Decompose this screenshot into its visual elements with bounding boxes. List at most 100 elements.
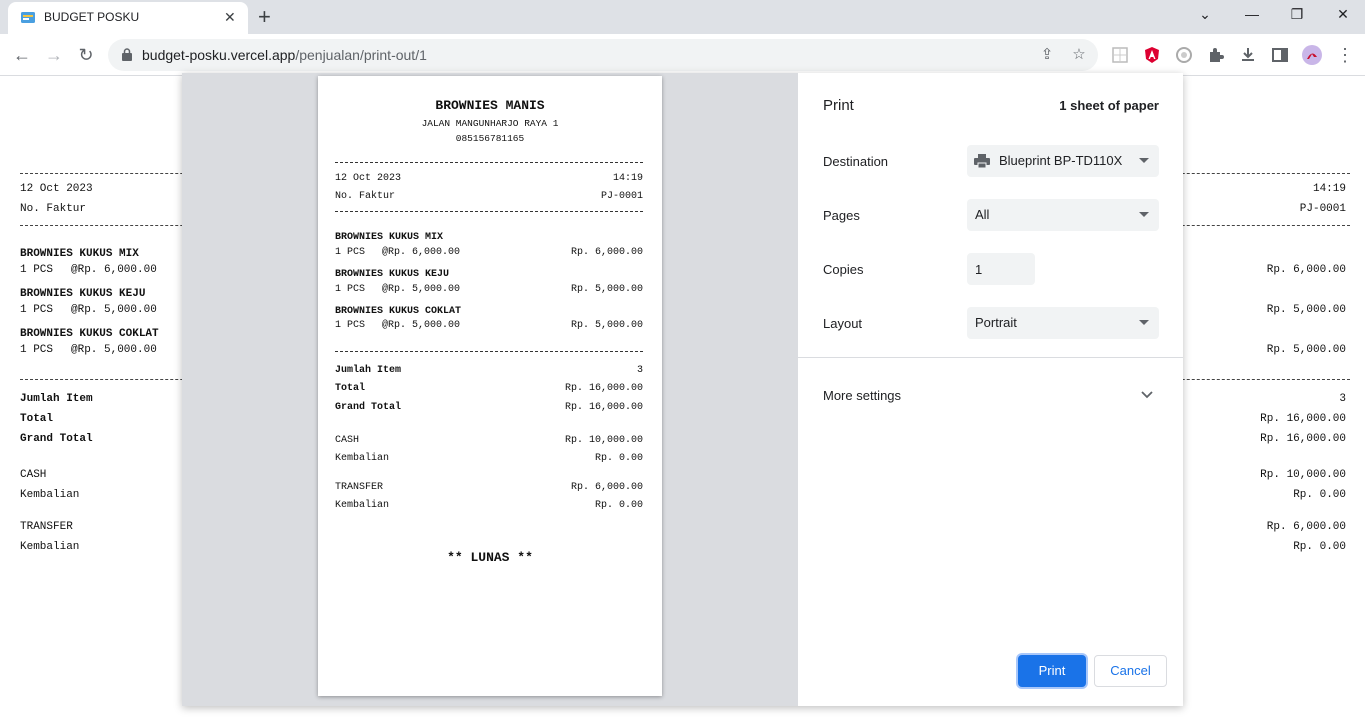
receipt-item-qty: 1 PCS: [335, 320, 366, 331]
bookmark-star-icon[interactable]: ☆: [1070, 46, 1088, 64]
page-item-subtotal: Rp. 5,000.00: [1266, 304, 1346, 316]
layout-value: Portrait: [975, 315, 1017, 330]
reload-icon[interactable]: ↻: [75, 44, 97, 66]
print-title: Print: [823, 97, 854, 114]
lock-icon: [122, 48, 132, 61]
divider: [335, 162, 643, 163]
download-icon[interactable]: [1239, 46, 1257, 64]
receipt-phone: 085156781165: [455, 133, 525, 144]
url-text: budget-posku.vercel.app/penjualan/print-…: [142, 47, 427, 63]
print-settings-panel: Print 1 sheet of paper Destination Bluep…: [798, 73, 1183, 706]
receipt-total-label: Total: [335, 383, 366, 394]
pages-label: Pages: [823, 208, 860, 223]
page-item-subtotal: Rp. 6,000.00: [1266, 264, 1346, 276]
tab-title: BUDGET POSKU: [44, 10, 140, 24]
receipt-status: ** LUNAS **: [447, 550, 533, 565]
receipt-time: 14:19: [612, 173, 643, 184]
more-settings-label: More settings: [823, 388, 902, 403]
receipt-invoice-no: PJ-0001: [600, 191, 643, 202]
destination-value: Blueprint BP-TD110X: [999, 153, 1123, 168]
restore-icon[interactable]: ❐: [1287, 6, 1307, 23]
receipt-total: Rp. 16,000.00: [564, 383, 643, 394]
receipt-cash-label: CASH: [335, 435, 360, 446]
page-kembalian-transfer: Rp. 0.00: [1293, 541, 1346, 553]
more-settings-toggle[interactable]: More settings: [798, 373, 1183, 417]
pages-value: All: [975, 207, 990, 222]
destination-select[interactable]: Blueprint BP-TD110X: [967, 145, 1159, 177]
layout-label: Layout: [823, 316, 863, 331]
page-grand-total-label: Grand Total: [20, 433, 93, 445]
receipt-item-name: BROWNIES KUKUS COKLAT: [335, 306, 462, 317]
url-path: /penjualan/print-out/1: [295, 47, 427, 63]
print-button[interactable]: Print: [1018, 655, 1086, 687]
address-bar[interactable]: budget-posku.vercel.app/penjualan/print-…: [108, 39, 1098, 71]
profile-avatar-icon[interactable]: [1302, 45, 1322, 65]
page-item-price: @Rp. 5,000.00: [71, 304, 157, 316]
receipt-address: JALAN MANGUNHARJO RAYA 1: [421, 118, 559, 129]
page-item-name: BROWNIES KUKUS MIX: [20, 248, 139, 260]
page-item-name: BROWNIES KUKUS COKLAT: [20, 328, 159, 340]
receipt-kembalian-transfer: Rp. 0.00: [594, 500, 643, 511]
browser-toolbar: ← → ↻ budget-posku.vercel.app/penjualan/…: [0, 34, 1365, 76]
forward-icon[interactable]: →: [43, 44, 65, 66]
extension-grid-icon[interactable]: [1111, 46, 1129, 64]
sheet-count: 1 sheet of paper: [1059, 98, 1159, 113]
angular-devtools-icon[interactable]: [1143, 46, 1161, 64]
extensions-puzzle-icon[interactable]: [1207, 46, 1225, 64]
chevron-down-icon: [1139, 320, 1149, 325]
receipt-kembalian-cash: Rp. 0.00: [594, 453, 643, 464]
extension-circle-icon[interactable]: [1175, 46, 1193, 64]
page-grand-total: Rp. 16,000.00: [1260, 433, 1346, 445]
page-invoice-label: No. Faktur: [20, 203, 87, 215]
receipt-jumlah-item: 3: [636, 365, 643, 376]
receipt-item-subtotal: Rp. 5,000.00: [570, 320, 643, 331]
page-time: 14:19: [1312, 183, 1346, 195]
page-transfer: Rp. 6,000.00: [1266, 521, 1346, 533]
page-total-label: Total: [20, 413, 54, 425]
page-item-subtotal: Rp. 5,000.00: [1266, 344, 1346, 356]
page-item-qty: 1 PCS: [20, 344, 54, 356]
site-favicon-icon: [21, 12, 35, 23]
minimize-icon[interactable]: —: [1242, 6, 1262, 22]
page-item-qty: 1 PCS: [20, 264, 54, 276]
copies-input[interactable]: [967, 253, 1035, 285]
page-kembalian-label: Kembalian: [20, 489, 80, 501]
receipt-item-price: @Rp. 6,000.00: [382, 247, 461, 258]
menu-kebab-icon[interactable]: ⋮: [1334, 44, 1356, 66]
receipt-jumlah-item-label: Jumlah Item: [335, 365, 402, 376]
cancel-button[interactable]: Cancel: [1094, 655, 1167, 687]
page-jumlah-item: 3: [1339, 393, 1346, 405]
receipt-item-subtotal: Rp. 6,000.00: [570, 247, 643, 258]
receipt-transfer: Rp. 6,000.00: [570, 482, 643, 493]
pages-select[interactable]: All: [967, 199, 1159, 231]
divider: [335, 211, 643, 212]
tab-close-icon[interactable]: ✕: [224, 9, 236, 26]
page-date: 12 Oct 2023: [20, 183, 93, 195]
receipt-grand-total-label: Grand Total: [335, 402, 402, 413]
side-panel-icon[interactable]: [1271, 46, 1289, 64]
tab-budget-posku[interactable]: BUDGET POSKU ✕: [8, 2, 248, 34]
page-kembalian-cash: Rp. 0.00: [1293, 489, 1346, 501]
page-item-name: BROWNIES KUKUS KEJU: [20, 288, 146, 300]
page-transfer-label: TRANSFER: [20, 521, 73, 533]
receipt-preview: BROWNIES MANIS JALAN MANGUNHARJO RAYA 1 …: [318, 76, 662, 696]
receipt-store-name: BROWNIES MANIS: [435, 98, 545, 113]
back-icon[interactable]: ←: [11, 44, 33, 66]
new-tab-icon[interactable]: +: [258, 4, 271, 30]
destination-label: Destination: [823, 154, 889, 169]
receipt-item-name: BROWNIES KUKUS KEJU: [335, 269, 450, 280]
page-item-price: @Rp. 6,000.00: [71, 264, 157, 276]
window-close-icon[interactable]: ✕: [1333, 6, 1353, 23]
share-icon[interactable]: ⇪: [1038, 46, 1056, 64]
receipt-item-price: @Rp. 5,000.00: [382, 320, 461, 331]
tab-search-chevron-icon[interactable]: ⌄: [1195, 6, 1215, 23]
page-item-price: @Rp. 5,000.00: [71, 344, 157, 356]
chevron-down-icon: [1139, 212, 1149, 217]
print-dialog: BROWNIES MANIS JALAN MANGUNHARJO RAYA 1 …: [182, 73, 1183, 706]
receipt-grand-total: Rp. 16,000.00: [564, 402, 643, 413]
chevron-down-icon: [1141, 391, 1153, 399]
page-jumlah-item-label: Jumlah Item: [20, 393, 93, 405]
layout-select[interactable]: Portrait: [967, 307, 1159, 339]
divider: [335, 351, 643, 352]
page-invoice-no: PJ-0001: [1299, 203, 1346, 215]
